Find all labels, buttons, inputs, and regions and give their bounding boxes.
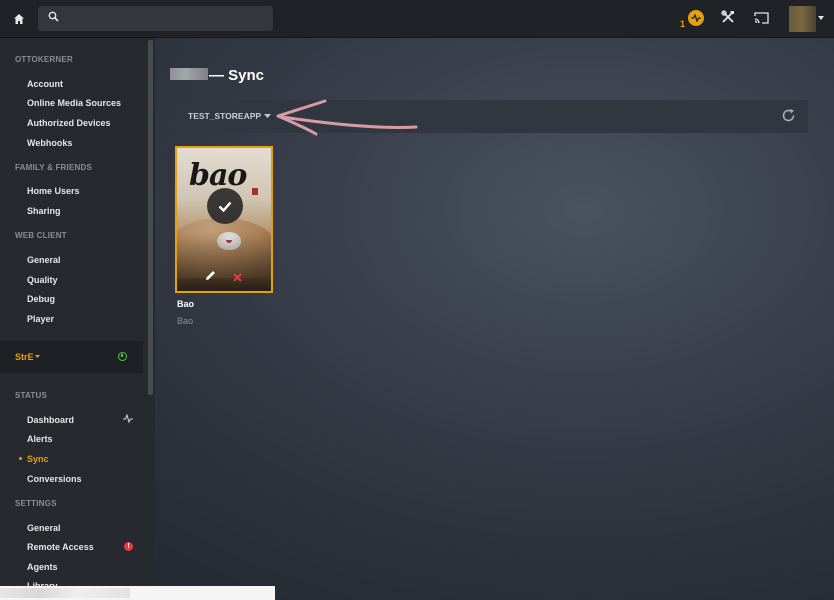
refresh-icon (782, 109, 795, 122)
tools-icon (721, 10, 734, 23)
sidebar-item-player[interactable]: Player (27, 314, 54, 324)
sidebar-item-conversions[interactable]: Conversions (27, 474, 82, 484)
device-dropdown-label: TEST_STOREAPP (188, 111, 262, 121)
media-card[interactable]: bao (175, 146, 273, 293)
chevron-down-icon (35, 355, 40, 358)
server-selector[interactable]: StrE (0, 341, 143, 373)
cast-button[interactable] (754, 11, 769, 29)
sidebar-header-settings: SETTINGS (15, 499, 57, 508)
sidebar-item-webhooks[interactable]: Webhooks (27, 138, 72, 148)
sidebar-scrollbar[interactable] (148, 40, 153, 395)
activity-icon (691, 14, 701, 22)
synced-check-button[interactable] (207, 188, 243, 224)
sidebar-item-quality[interactable]: Quality (27, 275, 58, 285)
sidebar-header-account: OTTOKERNER (15, 55, 73, 64)
settings-button[interactable] (721, 10, 735, 29)
delete-button[interactable] (233, 269, 242, 287)
notification-toast (0, 586, 275, 600)
cast-icon (754, 12, 769, 24)
redacted-text (0, 588, 130, 598)
active-indicator (19, 457, 22, 460)
avatar (789, 6, 816, 32)
sidebar-item-online-media-sources[interactable]: Online Media Sources (27, 98, 121, 108)
sidebar: OTTOKERNER Account Online Media Sources … (0, 38, 155, 600)
sidebar-header-web-client: WEB CLIENT (15, 231, 67, 240)
refresh-button[interactable] (781, 108, 796, 128)
sidebar-item-account[interactable]: Account (27, 79, 63, 89)
check-icon (218, 201, 232, 212)
close-icon (233, 273, 242, 282)
sidebar-item-sync[interactable]: Sync (27, 454, 49, 464)
redacted-server-name (170, 68, 208, 80)
sidebar-item-sharing[interactable]: Sharing (27, 206, 61, 216)
sidebar-header-family: FAMILY & FRIENDS (15, 163, 92, 172)
sidebar-item-agents[interactable]: Agents (27, 562, 58, 572)
top-bar: 1 (0, 0, 834, 38)
sidebar-item-home-users[interactable]: Home Users (27, 186, 80, 196)
chevron-down-icon (818, 16, 824, 20)
page-title: — Sync (209, 67, 265, 84)
user-menu-button[interactable] (789, 6, 825, 32)
sidebar-item-authorized-devices[interactable]: Authorized Devices (27, 118, 111, 128)
server-name: StrE (15, 352, 34, 362)
sidebar-item-general[interactable]: General (27, 255, 61, 265)
edit-button[interactable] (205, 268, 216, 286)
home-icon (14, 14, 24, 24)
sidebar-item-debug[interactable]: Debug (27, 294, 55, 304)
activity-button[interactable] (688, 10, 704, 26)
sidebar-item-dashboard[interactable]: Dashboard (27, 415, 74, 425)
activity-icon (123, 414, 133, 423)
sidebar-item-settings-general[interactable]: General (27, 523, 61, 533)
item-title[interactable]: Bao (177, 299, 194, 309)
home-button[interactable] (8, 8, 30, 30)
sidebar-item-alerts[interactable]: Alerts (27, 434, 53, 444)
search-input[interactable] (38, 6, 273, 31)
item-subtitle: Bao (177, 316, 194, 326)
activity-count: 1 (680, 19, 686, 29)
annotation-arrow (276, 99, 418, 136)
server-status-icon (118, 352, 127, 361)
sidebar-header-status: STATUS (15, 391, 48, 400)
device-dropdown[interactable]: TEST_STOREAPP (188, 111, 272, 121)
alert-icon: ! (124, 542, 133, 551)
sidebar-item-remote-access[interactable]: Remote Access (27, 542, 94, 552)
search-icon (48, 11, 59, 22)
pencil-icon (206, 271, 215, 280)
